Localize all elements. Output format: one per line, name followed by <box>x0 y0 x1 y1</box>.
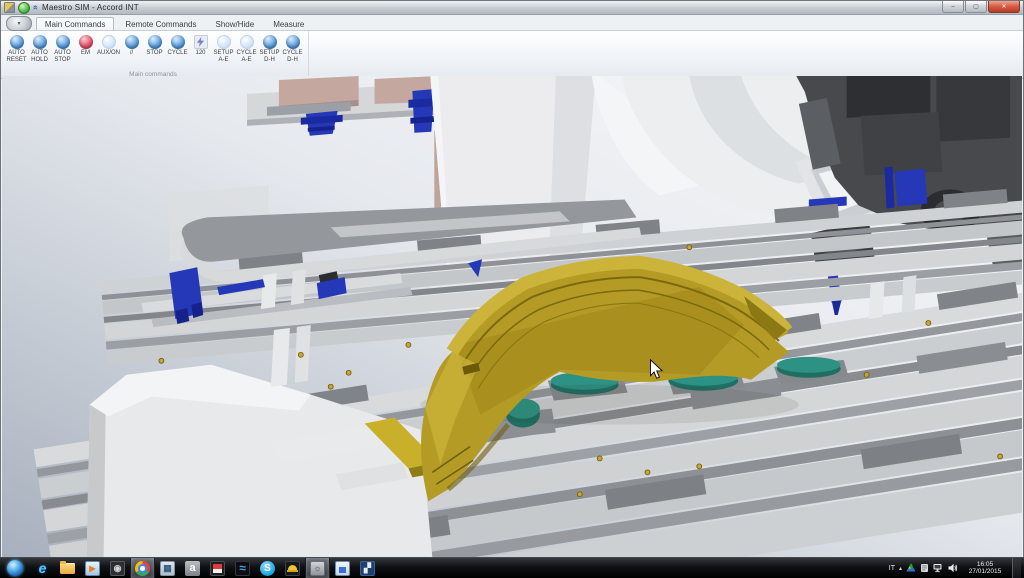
window-controls: – ▢ ✕ <box>942 1 1020 13</box>
language-indicator[interactable]: IT <box>889 565 895 572</box>
taskbar-file-explorer[interactable] <box>55 558 80 578</box>
taskbar-clock[interactable]: 16:05 27/01/2015 <box>962 561 1008 576</box>
sphere-icon <box>10 35 24 49</box>
taskbar-screen-recorder[interactable]: ◉ <box>105 558 130 578</box>
cycle-button[interactable]: CYCLE <box>166 34 189 70</box>
lightning-icon <box>194 35 208 49</box>
hard-hat-icon <box>285 561 300 576</box>
tab-show-hide[interactable]: Show/Hide <box>208 18 263 30</box>
sphere-icon <box>171 35 185 49</box>
notification-icon[interactable] <box>920 563 929 573</box>
machine-3d-viewport[interactable] <box>2 76 1022 557</box>
taskbar-internet-explorer[interactable]: e <box>30 558 55 578</box>
drive-icon[interactable] <box>906 563 916 573</box>
skype-icon: S <box>260 561 275 576</box>
sphere-icon <box>102 35 116 49</box>
emergency-sphere-icon <box>79 35 93 49</box>
ribbon: AUTO RESET AUTO HOLD AUTO STOP EM AUX/ON… <box>1 31 1023 79</box>
title-bar: « Maestro SIM - Accord INT – ▢ ✕ <box>1 1 1023 15</box>
taskbar-photo-viewer[interactable]: ▞ <box>355 558 380 578</box>
tab-remote-commands[interactable]: Remote Commands <box>117 18 204 30</box>
app-menu-button[interactable]: ▾ <box>6 16 32 31</box>
stop-button[interactable]: STOP <box>143 34 166 70</box>
chrome-icon <box>135 561 150 576</box>
tab-measure[interactable]: Measure <box>265 18 312 30</box>
system-tray: IT ▴ 16:05 27/01/2015 <box>889 558 1024 578</box>
maximize-button[interactable]: ▢ <box>965 1 987 13</box>
hidden-icons-button[interactable]: ▴ <box>899 565 902 572</box>
sphere-icon <box>33 35 47 49</box>
simulator-icon: ☼ <box>310 561 325 576</box>
clock-date: 27/01/2015 <box>962 568 1008 576</box>
wave-icon: ≈ <box>235 561 250 576</box>
sphere-icon <box>263 35 277 49</box>
taskbar-calculator[interactable]: ▦ <box>155 558 180 578</box>
sphere-icon <box>240 35 254 49</box>
windows-taskbar: e ▶ ◉ ▦ a ≈ S ☼ ▞ IT ▴ <box>0 557 1024 578</box>
show-desktop-button[interactable] <box>1012 558 1021 578</box>
app-icon <box>4 2 15 13</box>
auto-hold-button[interactable]: AUTO HOLD <box>28 34 51 70</box>
start-button[interactable] <box>0 558 30 578</box>
taskbar-maestro-sim[interactable]: ☼ <box>305 558 330 578</box>
network-icon[interactable] <box>933 563 944 573</box>
collapse-ribbon-icon[interactable]: « <box>31 5 40 10</box>
speaker-icon[interactable] <box>948 563 958 573</box>
main-commands-group: AUTO RESET AUTO HOLD AUTO STOP EM AUX/ON… <box>4 31 309 78</box>
window-title: Maestro SIM - Accord INT <box>42 3 139 12</box>
slash-button[interactable]: // <box>120 34 143 70</box>
button-120[interactable]: 120 <box>189 34 212 70</box>
application-window: « Maestro SIM - Accord INT – ▢ ✕ ▾ File … <box>0 0 1024 558</box>
sphere-icon <box>56 35 70 49</box>
ribbon-tab-row: ▾ File Main Commands Remote Commands Sho… <box>1 15 1023 31</box>
internet-explorer-icon: e <box>35 561 50 576</box>
taskbar-modeling-app[interactable]: a <box>180 558 205 578</box>
em-button[interactable]: EM <box>74 34 97 70</box>
sphere-icon <box>148 35 162 49</box>
a-app-icon: a <box>185 561 200 576</box>
auto-reset-button[interactable]: AUTO RESET <box>5 34 28 70</box>
clock-time: 16:05 <box>962 561 1008 569</box>
taskbar-skype[interactable]: S <box>255 558 280 578</box>
taskbar-cam-tool[interactable] <box>280 558 305 578</box>
auto-stop-button[interactable]: AUTO STOP <box>51 34 74 70</box>
tab-main-commands[interactable]: Main Commands <box>36 17 114 30</box>
floppy-icon <box>210 561 225 576</box>
windows-orb-icon <box>7 560 23 576</box>
folder-icon <box>60 563 75 574</box>
play-icon: ▶ <box>85 561 100 576</box>
taskbar-media-player[interactable]: ▶ <box>80 558 105 578</box>
status-green-button[interactable] <box>18 2 30 14</box>
cycle-ae-button[interactable]: CYCLE A-E <box>235 34 258 70</box>
camera-icon: ◉ <box>110 561 125 576</box>
taskbar-cad-app[interactable]: ≈ <box>230 558 255 578</box>
close-button[interactable]: ✕ <box>988 1 1020 13</box>
taskbar-save-tool[interactable] <box>330 558 355 578</box>
setup-dh-button[interactable]: SETUP D-H <box>258 34 281 70</box>
blue-floppy-icon <box>335 561 350 576</box>
minimize-button[interactable]: – <box>942 1 964 13</box>
sphere-icon <box>217 35 231 49</box>
taskbar-backup-tool[interactable] <box>205 558 230 578</box>
sphere-icon <box>286 35 300 49</box>
calculator-icon: ▦ <box>160 561 175 576</box>
cycle-dh-button[interactable]: CYCLE D-H <box>281 34 304 70</box>
photo-icon: ▞ <box>360 561 375 576</box>
setup-ae-button[interactable]: SETUP A-E <box>212 34 235 70</box>
taskbar-chrome[interactable] <box>130 558 155 578</box>
sphere-icon <box>125 35 139 49</box>
aux-on-button[interactable]: AUX/ON <box>97 34 120 70</box>
